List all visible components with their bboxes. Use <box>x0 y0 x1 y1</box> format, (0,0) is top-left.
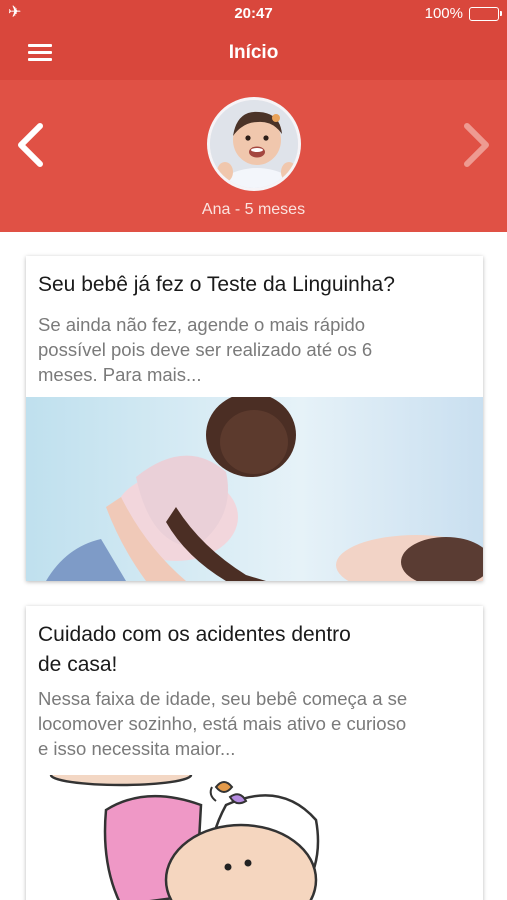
article-title-line: Cuidado com os acidentes dentro <box>38 623 351 646</box>
nav-bar: Início <box>0 28 507 80</box>
excerpt-line: Se ainda não fez, agende o mais rápido <box>38 314 366 335</box>
article-title: Cuidado com os acidentes dentro de casa! <box>38 620 458 680</box>
excerpt-line: meses. Para mais... <box>38 364 202 385</box>
article-card[interactable]: Cuidado com os acidentes dentro de casa!… <box>26 606 483 900</box>
battery-percentage: 100% <box>424 5 463 22</box>
article-excerpt: Nessa faixa de idade, seu bebê começa a … <box>38 686 468 761</box>
name-age-separator: - <box>234 201 241 218</box>
child-age: 5 meses <box>244 201 306 218</box>
child-profile-selector: Ana - 5 meses <box>0 80 507 232</box>
chevron-right-icon[interactable] <box>455 120 495 170</box>
excerpt-line: locomover sozinho, está mais ativo e cur… <box>38 713 407 734</box>
child-avatar[interactable] <box>207 97 301 191</box>
battery-icon <box>469 7 502 21</box>
status-bar: ✈ 20:47 100% <box>0 0 507 28</box>
page-title: Início <box>228 42 279 63</box>
article-card[interactable]: Seu bebê já fez o Teste da Linguinha? Se… <box>26 256 483 581</box>
article-excerpt: Se ainda não fez, agende o mais rápido p… <box>38 312 468 387</box>
excerpt-line: Nessa faixa de idade, seu bebê começa a … <box>38 688 408 709</box>
child-name: Ana <box>201 201 231 218</box>
article-image <box>26 775 483 900</box>
child-name-age: Ana - 5 meses <box>0 201 507 219</box>
excerpt-line: possível pois deve ser realizado até os … <box>38 339 373 360</box>
article-title-line: de casa! <box>38 653 118 676</box>
article-image <box>26 397 483 581</box>
chevron-left-icon[interactable] <box>12 120 52 170</box>
article-title: Seu bebê já fez o Teste da Linguinha? <box>38 273 395 296</box>
excerpt-line: e isso necessita maior... <box>38 738 236 759</box>
